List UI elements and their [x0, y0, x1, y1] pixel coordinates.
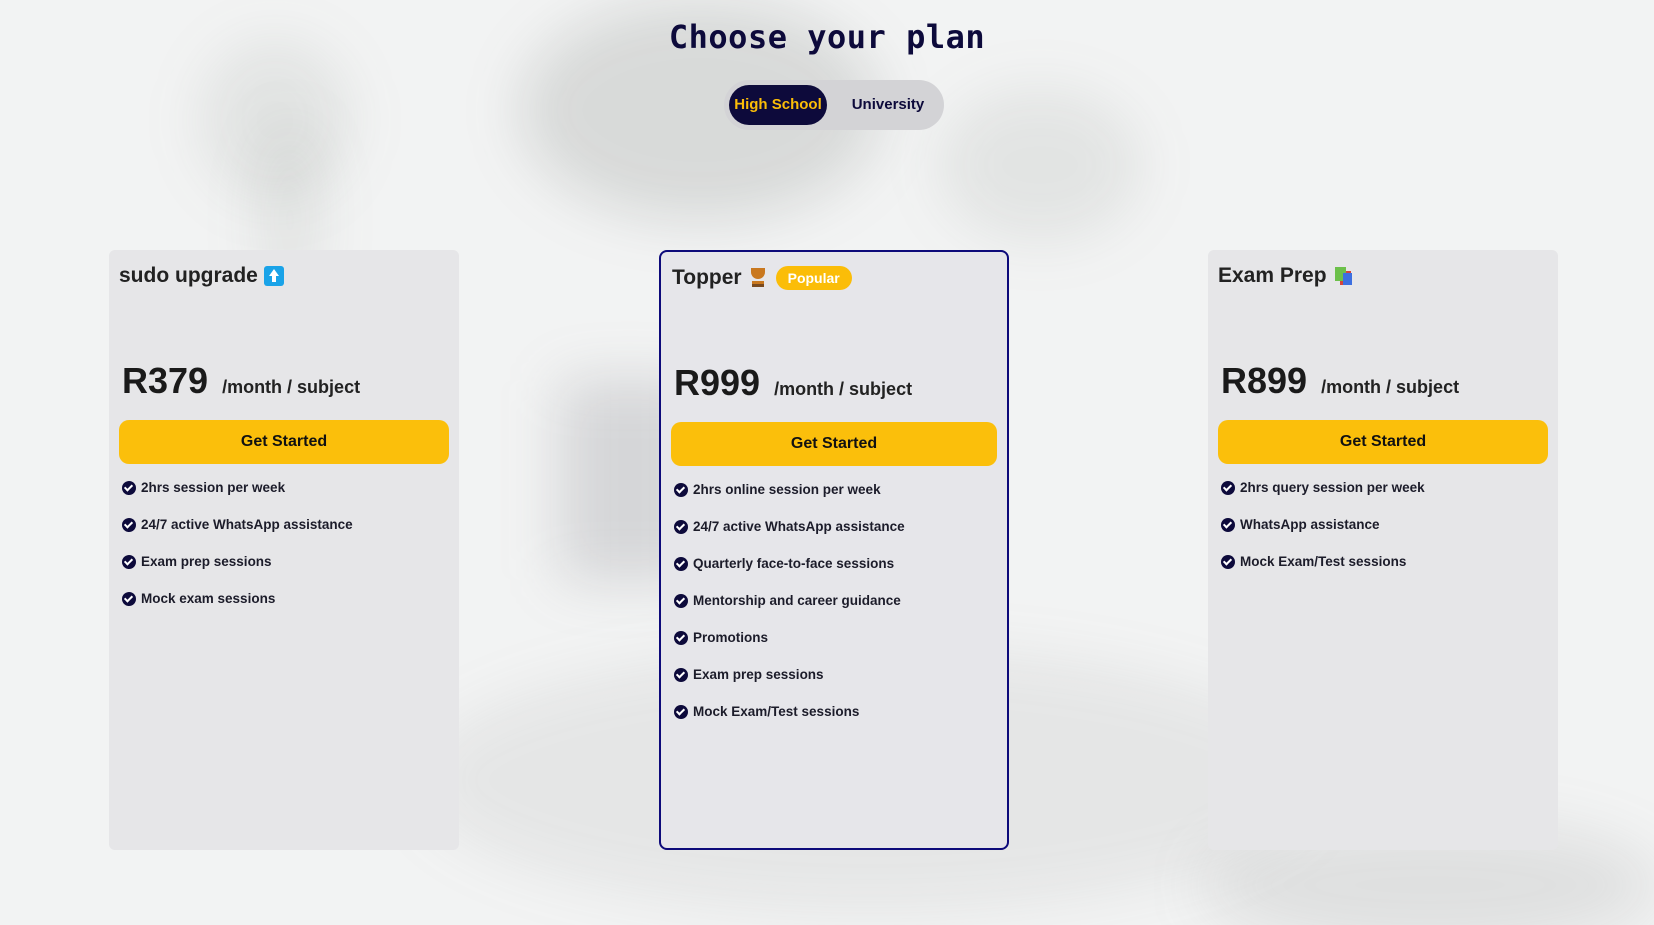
check-circle-icon [674, 594, 688, 608]
feature-text: Exam prep sessions [141, 554, 272, 569]
check-circle-icon [674, 705, 688, 719]
page-title: Choose your plan [668, 18, 986, 56]
feature-item: 2hrs query session per week [1221, 480, 1425, 517]
feature-text: Exam prep sessions [693, 667, 824, 682]
up-arrow-icon [263, 266, 284, 286]
plan-name: Exam Prep [1218, 264, 1327, 287]
books-icon [1333, 266, 1355, 286]
check-circle-icon [1221, 555, 1235, 569]
plan-name: sudo upgrade [119, 264, 258, 287]
plan-price: R899 /month / subject [1221, 360, 1459, 402]
feature-list: 2hrs query session per week WhatsApp ass… [1221, 480, 1425, 591]
feature-text: WhatsApp assistance [1240, 517, 1380, 532]
feature-item: Mock Exam/Test sessions [1221, 554, 1425, 591]
feature-item: Mock exam sessions [122, 591, 353, 628]
plan-title: Topper Popular [672, 266, 852, 290]
feature-text: Quarterly face-to-face sessions [693, 556, 895, 571]
page-header: Choose your plan [0, 18, 1654, 56]
get-started-button[interactable]: Get Started [1218, 420, 1548, 464]
get-started-button[interactable]: Get Started [671, 422, 997, 466]
feature-text: Mock Exam/Test sessions [1240, 554, 1407, 569]
feature-item: Exam prep sessions [674, 667, 905, 704]
plan-card-exam-prep: Exam Prep R899 /month / subject Get Star… [1208, 250, 1558, 850]
check-circle-icon [122, 518, 136, 532]
feature-item: Mock Exam/Test sessions [674, 704, 905, 741]
popular-badge: Popular [775, 266, 852, 290]
feature-item: 2hrs session per week [122, 480, 353, 517]
price-amount: R379 [122, 360, 209, 401]
feature-item: Promotions [674, 630, 905, 667]
feature-text: 24/7 active WhatsApp assistance [693, 519, 905, 534]
check-circle-icon [122, 592, 136, 606]
feature-text: 24/7 active WhatsApp assistance [141, 517, 353, 532]
plan-card-topper: Topper Popular R999 /month / subject Get… [659, 250, 1009, 850]
check-circle-icon [1221, 518, 1235, 532]
feature-text: Mock exam sessions [141, 591, 276, 606]
feature-list: 2hrs online session per week 24/7 active… [674, 482, 905, 741]
price-unit: /month / subject [1321, 377, 1460, 397]
price-amount: R999 [674, 362, 761, 403]
plan-title: sudo upgrade [119, 264, 284, 288]
feature-text: 2hrs online session per week [693, 482, 881, 497]
feature-item: WhatsApp assistance [1221, 517, 1425, 554]
plan-price: R379 /month / subject [122, 360, 360, 402]
toggle-high-school[interactable]: High School [729, 85, 827, 125]
feature-text: 2hrs session per week [141, 480, 286, 495]
feature-item: 24/7 active WhatsApp assistance [674, 519, 905, 556]
check-circle-icon [122, 555, 136, 569]
feature-text: 2hrs query session per week [1240, 480, 1425, 495]
price-unit: /month / subject [222, 377, 361, 397]
plan-title: Exam Prep [1218, 264, 1355, 288]
plan-card-sudo-upgrade: sudo upgrade R379 /month / subject Get S… [109, 250, 459, 850]
feature-item: Quarterly face-to-face sessions [674, 556, 905, 593]
feature-text: Mentorship and career guidance [693, 593, 901, 608]
check-circle-icon [674, 520, 688, 534]
level-toggle: High School University [724, 80, 944, 130]
feature-list: 2hrs session per week 24/7 active WhatsA… [122, 480, 353, 628]
price-amount: R899 [1221, 360, 1308, 401]
feature-item: Mentorship and career guidance [674, 593, 905, 630]
check-circle-icon [122, 481, 136, 495]
check-circle-icon [1221, 481, 1235, 495]
trophy-icon [748, 267, 768, 289]
feature-item: 24/7 active WhatsApp assistance [122, 517, 353, 554]
toggle-university[interactable]: University [834, 85, 942, 125]
get-started-button[interactable]: Get Started [119, 420, 449, 464]
plan-name: Topper [672, 266, 742, 289]
plan-price: R999 /month / subject [674, 362, 912, 404]
check-circle-icon [674, 483, 688, 497]
price-unit: /month / subject [774, 379, 913, 399]
check-circle-icon [674, 668, 688, 682]
check-circle-icon [674, 557, 688, 571]
feature-text: Mock Exam/Test sessions [693, 704, 860, 719]
feature-item: Exam prep sessions [122, 554, 353, 591]
check-circle-icon [674, 631, 688, 645]
feature-text: Promotions [693, 630, 769, 645]
feature-item: 2hrs online session per week [674, 482, 905, 519]
